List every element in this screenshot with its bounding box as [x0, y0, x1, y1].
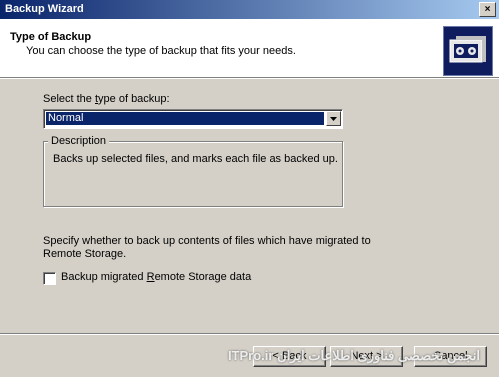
backup-tape-icon: [443, 26, 493, 76]
title-bar: Backup Wizard ×: [0, 0, 499, 19]
backup-type-selected-value: Normal: [46, 112, 324, 125]
remote-storage-checkbox-label[interactable]: Backup migrated Remote Storage data: [61, 271, 251, 283]
back-button[interactable]: < Back: [253, 346, 326, 367]
chevron-down-icon: [330, 117, 337, 121]
footer-divider-highlight: [0, 334, 499, 335]
dropdown-arrow-button[interactable]: [326, 111, 341, 126]
cancel-button[interactable]: Cancel: [414, 346, 487, 367]
header-divider: [0, 78, 499, 79]
backup-type-label: Select the type of backup:: [43, 93, 170, 105]
description-legend: Description: [48, 135, 110, 147]
window-title: Backup Wizard: [5, 3, 84, 15]
wizard-header: Type of Backup You can choose the type o…: [0, 19, 499, 78]
backup-type-dropdown[interactable]: Normal: [43, 109, 343, 129]
close-icon: ×: [484, 4, 491, 15]
description-groupbox: [43, 141, 343, 207]
remote-storage-info: Specify whether to back up contents of f…: [43, 235, 371, 260]
remote-storage-checkbox[interactable]: [43, 272, 56, 285]
close-button[interactable]: ×: [479, 2, 496, 17]
page-title: Type of Backup: [10, 31, 92, 43]
page-subtitle: You can choose the type of backup that f…: [26, 45, 296, 57]
description-text: Backs up selected files, and marks each …: [53, 153, 338, 165]
next-button[interactable]: Next >: [330, 346, 403, 367]
